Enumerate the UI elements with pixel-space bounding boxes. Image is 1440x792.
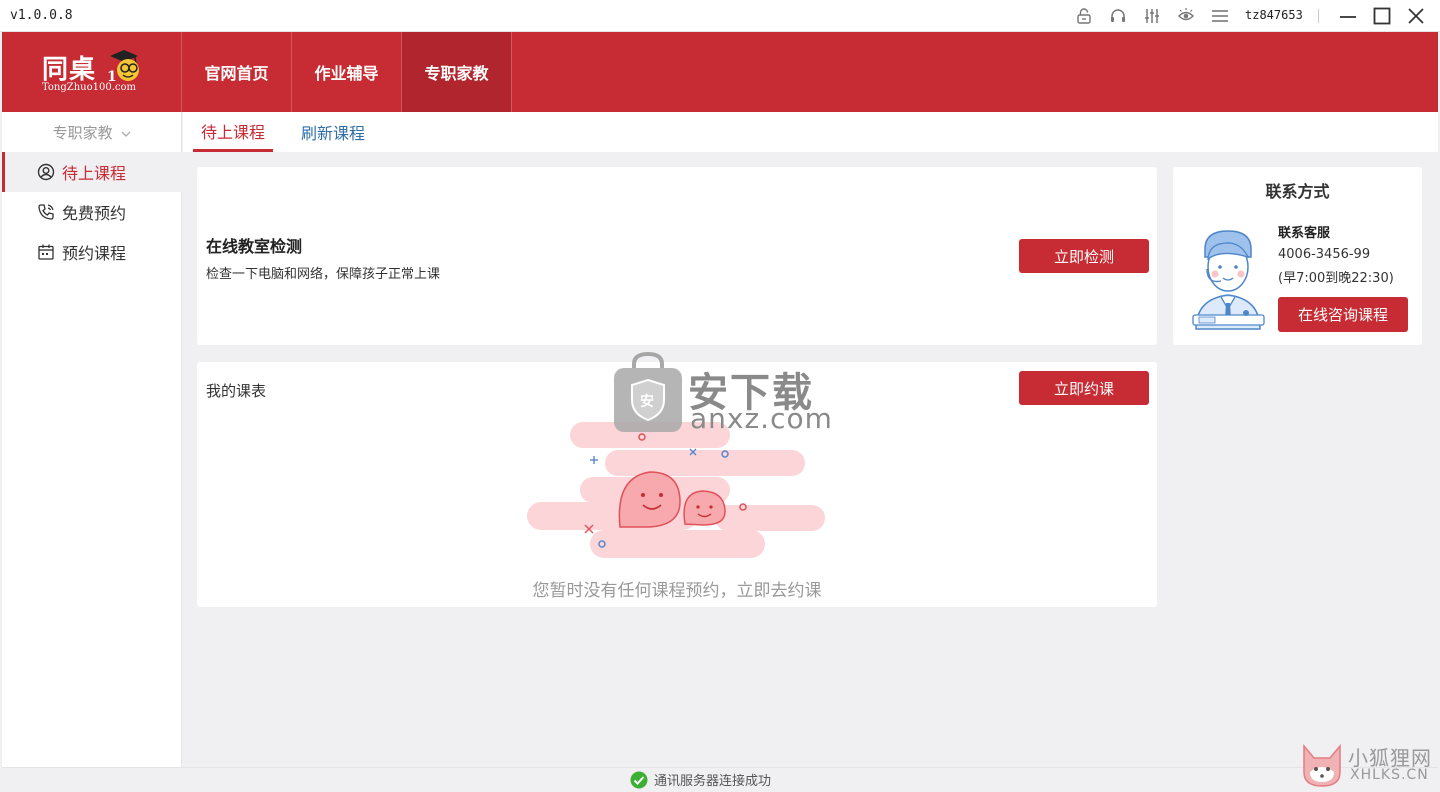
logo[interactable]: 同桌 1 TongZhuo100.com <box>2 32 182 112</box>
headset-icon[interactable] <box>1108 6 1128 26</box>
sidebar-item-free-booking[interactable]: 免费预约 <box>2 192 182 232</box>
nav-item-home[interactable]: 官网首页 <box>182 32 292 112</box>
sidebar-header[interactable]: 专职家教 <box>2 122 182 143</box>
empty-state-illustration <box>525 417 827 566</box>
lock-icon[interactable] <box>1074 6 1094 26</box>
check-now-button[interactable]: 立即检测 <box>1019 239 1149 273</box>
check-description: 检查一下电脑和网络，保障孩子正常上课 <box>206 267 441 282</box>
title-bar: v1.0.0.8 tz847653 <box>0 0 1440 32</box>
app-header: 同桌 1 TongZhuo100.com 官网首页 作业辅导 专职家教 <box>2 32 1438 112</box>
nav-item-tutor[interactable]: 专职家教 <box>402 32 512 112</box>
logo-url: TongZhuo100.com <box>42 82 136 93</box>
svg-text:安: 安 <box>640 393 654 410</box>
minimize-icon[interactable] <box>1336 5 1360 27</box>
classroom-check-card: 在线教室检测 检查一下电脑和网络，保障孩子正常上课 立即检测 <box>197 167 1157 345</box>
sidebar-item-booked[interactable]: 预约课程 <box>2 232 182 272</box>
sidebar-item-label: 预约课程 <box>62 244 127 263</box>
contact-name: 联系客服 <box>1278 226 1331 241</box>
calendar-icon <box>36 242 56 262</box>
book-now-button[interactable]: 立即约课 <box>1019 371 1149 405</box>
online-consult-button[interactable]: 在线咨询课程 <box>1278 297 1408 332</box>
contact-title: 联系方式 <box>1265 182 1330 201</box>
eye-protect-icon[interactable] <box>1176 6 1196 26</box>
anxz-watermark-logo: 安 <box>612 351 684 438</box>
check-title: 在线教室检测 <box>206 237 303 256</box>
anxz-watermark-en: anxz.com <box>690 402 833 435</box>
logo-text: 同桌 <box>42 55 97 85</box>
empty-state-text: 您暂时没有任何课程预约，立即去约课 <box>532 581 822 601</box>
close-icon[interactable] <box>1404 5 1428 27</box>
check-circle-icon <box>630 771 648 789</box>
contact-hours: (早7:00到晚22:30) <box>1278 271 1394 286</box>
username-label[interactable]: tz847653 <box>1245 8 1303 22</box>
tab-bar: 待上课程 刷新课程 <box>183 112 1438 152</box>
sidebar: 专职家教 待上课程 免费预约 预约课程 <box>2 112 182 767</box>
schedule-title: 我的课表 <box>206 382 267 400</box>
fox-watermark-logo <box>1300 742 1344 792</box>
main-nav: 官网首页 作业辅导 专职家教 <box>182 32 512 112</box>
connection-status: 通讯服务器连接成功 <box>630 770 771 789</box>
status-bar: 通讯服务器连接成功 <box>2 767 1438 790</box>
tab-refresh[interactable]: 刷新课程 <box>293 112 373 152</box>
contact-phone: 4006-3456-99 <box>1278 247 1371 262</box>
user-circle-icon <box>36 162 56 182</box>
sidebar-item-upcoming[interactable]: 待上课程 <box>2 152 182 192</box>
connection-status-text: 通讯服务器连接成功 <box>654 774 772 789</box>
version-label: v1.0.0.8 <box>10 8 73 23</box>
sidebar-header-label: 专职家教 <box>52 124 113 142</box>
sidebar-item-label: 免费预约 <box>62 204 127 223</box>
nav-item-homework[interactable]: 作业辅导 <box>292 32 402 112</box>
menu-icon[interactable] <box>1210 6 1230 26</box>
maximize-icon[interactable] <box>1370 5 1394 27</box>
contact-card: 联系方式 联系客服 4006-3456-99 (早7:00到晚22:30) 在线… <box>1173 167 1422 345</box>
tab-upcoming[interactable]: 待上课程 <box>193 112 273 152</box>
titlebar-divider <box>1318 9 1319 23</box>
titlebar-tools <box>1060 6 1230 26</box>
settings-sliders-icon[interactable] <box>1142 6 1162 26</box>
phone-icon <box>36 202 56 222</box>
xhlks-watermark-en: XHLKS.CN <box>1350 767 1429 783</box>
chevron-down-icon <box>121 125 131 143</box>
customer-service-avatar <box>1191 229 1266 339</box>
sidebar-item-label: 待上课程 <box>62 164 127 183</box>
